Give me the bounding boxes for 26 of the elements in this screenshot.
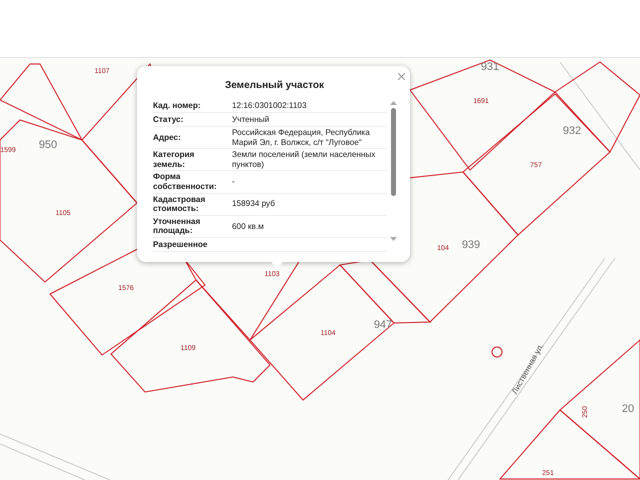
field-label: Уточненная площадь: — [153, 216, 202, 236]
field-value: - — [232, 177, 236, 187]
point-marker-icon — [492, 346, 502, 358]
close-icon[interactable] — [398, 73, 405, 80]
field-value: 12:16:0301002:1103 — [232, 100, 308, 110]
field-value: Учтенный — [232, 114, 270, 124]
scroll-up-icon[interactable] — [390, 101, 396, 105]
field-label: Статус: — [153, 114, 184, 124]
field-label: Разрешенное — [153, 240, 208, 250]
field-label: Адрес: — [153, 132, 182, 142]
block-number: 932 — [562, 125, 582, 137]
field-label: Кадастровая стоимость: — [153, 194, 206, 214]
block-number: 950 — [38, 139, 58, 151]
scroll-down-icon[interactable] — [390, 237, 396, 241]
block-number: 20 — [622, 403, 634, 415]
field-value: 600 кв.м — [232, 222, 265, 232]
field-value: 158934 руб — [232, 199, 276, 209]
field-value: Российская Федерация, Республика Марий Эл, г. Волжск, с/т "Луговое" — [232, 128, 371, 148]
block-number: 939 — [462, 239, 480, 251]
block-number: 931 — [480, 61, 500, 73]
field-value: Земли поселений (земли населенных пунктов) — [232, 150, 376, 170]
block-number: 947 — [374, 319, 392, 331]
field-label: Категория земель: — [153, 150, 196, 170]
field-label: Форма собственности: — [153, 172, 218, 192]
popup-title: Земельный участок — [224, 80, 326, 91]
field-label: Кад. номер: — [153, 100, 202, 110]
